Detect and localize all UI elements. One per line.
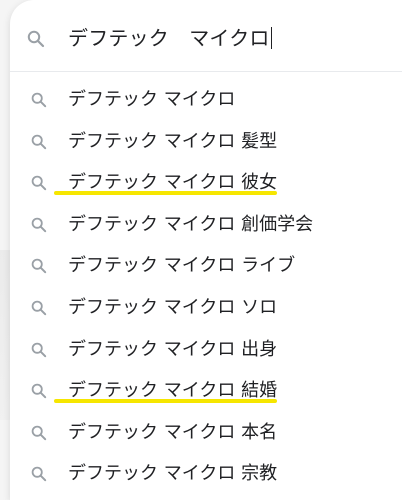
search-icon	[31, 258, 47, 274]
suggestion-item[interactable]: デフテック マイクロ ライブ	[10, 246, 402, 288]
search-suggestions-panel: デフテック マイクロ デフテック マイクロ デフテック マイクロ 髪型 デフテック …	[10, 0, 402, 500]
search-icon	[31, 134, 47, 150]
suggestion-label: デフテック マイクロ 創価学会	[68, 213, 314, 235]
search-icon	[31, 383, 47, 399]
suggestion-item[interactable]: デフテック マイクロ 結婚	[10, 371, 402, 413]
suggestion-label: デフテック マイクロ 髪型	[68, 130, 278, 152]
text-caret	[270, 27, 272, 49]
search-icon	[31, 425, 47, 441]
suggestion-item[interactable]: デフテック マイクロ 宗教	[10, 454, 402, 496]
suggestion-item[interactable]: デフテック マイクロ 創価学会	[10, 205, 402, 247]
search-icon	[31, 342, 47, 358]
suggestion-item[interactable]: デフテック マイクロ	[10, 80, 402, 122]
search-divider	[10, 71, 402, 72]
suggestion-label: デフテック マイクロ	[68, 89, 236, 110]
suggestion-list: デフテック マイクロ デフテック マイクロ 髪型 デフテック マイクロ 彼女 デフテッ…	[10, 80, 402, 496]
background-content	[0, 250, 10, 420]
suggestion-label: デフテック マイクロ 宗教	[68, 463, 278, 485]
suggestion-item[interactable]: デフテック マイクロ 出身	[10, 330, 402, 372]
search-icon	[31, 175, 47, 191]
search-input[interactable]: デフテック マイクロ	[68, 26, 272, 50]
suggestion-item[interactable]: デフテック マイクロ 髪型	[10, 122, 402, 164]
suggestion-label: デフテック マイクロ ソロ	[68, 296, 278, 318]
suggestion-label: デフテック マイクロ 出身	[68, 338, 278, 360]
suggestion-item[interactable]: デフテック マイクロ ソロ	[10, 288, 402, 330]
highlight-marker	[54, 191, 277, 196]
search-icon	[27, 30, 45, 48]
suggestion-item[interactable]: デフテック マイクロ 本名	[10, 413, 402, 455]
search-icon	[31, 217, 47, 233]
suggestion-item[interactable]: デフテック マイクロ 彼女	[10, 163, 402, 205]
search-icon	[31, 92, 47, 108]
search-icon	[31, 466, 47, 482]
search-icon	[31, 300, 47, 316]
search-page: デフテック マイクロ デフテック マイクロ デフテック マイクロ 髪型 デフテック …	[0, 0, 402, 500]
search-bar[interactable]: デフテック マイクロ	[10, 0, 402, 72]
search-input-value: デフテック マイクロ	[68, 26, 270, 50]
suggestion-label: デフテック マイクロ 本名	[68, 421, 278, 443]
highlight-marker	[54, 399, 277, 404]
suggestion-label: デフテック マイクロ ライブ	[68, 255, 296, 277]
